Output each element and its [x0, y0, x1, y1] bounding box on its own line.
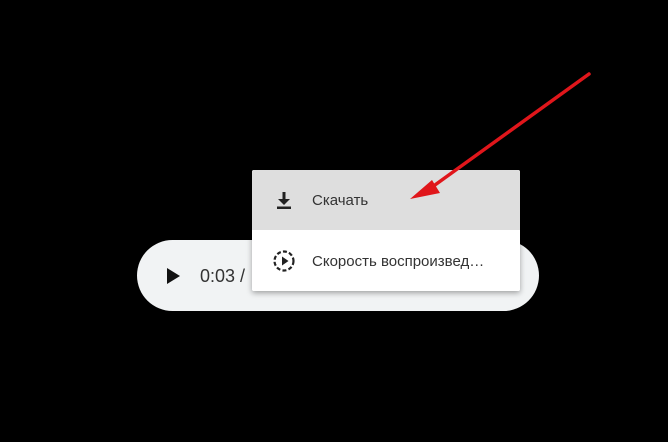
playback-speed-icon: [271, 248, 297, 274]
download-icon: [271, 187, 297, 213]
menu-item-label: Скачать: [312, 191, 369, 209]
menu-item-label: Скорость воспроизвед…: [312, 252, 485, 270]
menu-item-download[interactable]: Скачать: [252, 170, 520, 230]
play-button[interactable]: [160, 262, 186, 290]
play-icon: [167, 268, 180, 284]
menu-item-playback-speed[interactable]: Скорость воспроизвед…: [252, 231, 520, 291]
context-menu: Скачать Скорость воспроизвед…: [252, 170, 520, 291]
time-display: 0:03 /: [200, 266, 246, 286]
screen: 0:03 / Скачать Скорость воспроизвед…: [0, 0, 668, 442]
